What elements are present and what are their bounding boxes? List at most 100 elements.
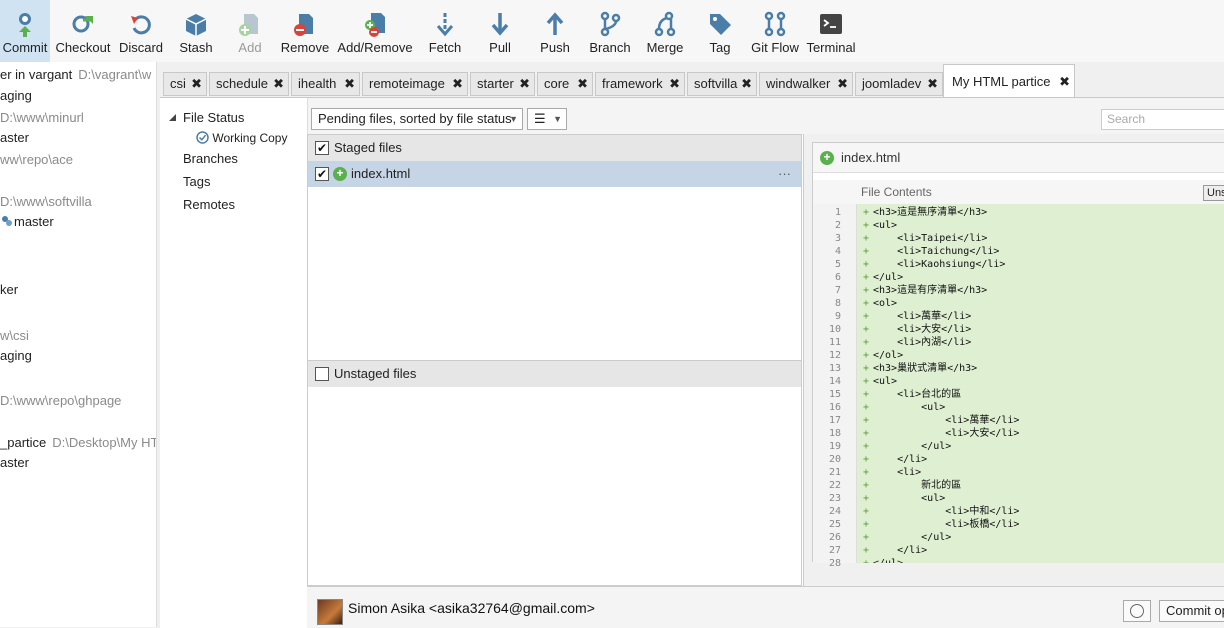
close-icon[interactable]: ✖ bbox=[519, 73, 530, 95]
close-icon[interactable]: ✖ bbox=[577, 73, 588, 95]
added-marker: + bbox=[863, 324, 870, 335]
close-icon[interactable]: ✖ bbox=[273, 73, 284, 95]
add-button[interactable]: Add bbox=[228, 0, 272, 62]
repo-branch[interactable]: aging bbox=[0, 88, 32, 103]
tab-my-html-partice[interactable]: My HTML partice ✖ bbox=[943, 64, 1075, 98]
file-checkbox[interactable]: ✔ bbox=[315, 167, 329, 181]
tab-schedule[interactable]: schedule ✖ bbox=[209, 72, 289, 96]
discard-label: Discard bbox=[118, 40, 164, 55]
repo-branch[interactable]: master bbox=[0, 214, 54, 229]
code-line: + <li>大安</li> bbox=[857, 427, 1019, 440]
code-text: <li>Taipei</li> bbox=[873, 233, 988, 244]
line-number: 11 bbox=[828, 337, 841, 348]
added-marker: + bbox=[863, 454, 870, 465]
discard-button[interactable]: Discard bbox=[116, 0, 166, 62]
sidebar-tags[interactable]: Tags bbox=[183, 174, 210, 189]
repo-item[interactable]: _partice D:\Desktop\My HT bbox=[0, 435, 156, 450]
code-lines: + <h3>這是無序清單</h3> + <ul> + <li>Taipei</li> + … bbox=[857, 204, 1224, 563]
repo-item[interactable]: ker bbox=[0, 282, 18, 297]
add-remove-button[interactable]: Add/Remove bbox=[335, 0, 415, 62]
repo-item[interactable]: D:\www\minurl bbox=[0, 110, 84, 125]
added-file-icon: + bbox=[820, 151, 834, 165]
pull-arrow-icon bbox=[491, 13, 509, 36]
remove-button[interactable]: Remove bbox=[280, 0, 330, 62]
expand-triangle-icon[interactable] bbox=[168, 113, 177, 122]
code-text: <li>大安</li> bbox=[873, 324, 972, 335]
merge-button[interactable]: Merge bbox=[642, 0, 688, 62]
unstaged-header: Unstaged files bbox=[308, 361, 801, 387]
close-icon[interactable]: ✖ bbox=[452, 73, 463, 95]
sort-dropdown[interactable]: Pending files, sorted by file status ▼ bbox=[311, 108, 523, 130]
close-icon[interactable]: ✖ bbox=[191, 73, 202, 95]
tab-core[interactable]: core ✖ bbox=[537, 72, 593, 96]
push-label: Push bbox=[540, 40, 570, 55]
view-mode-dropdown[interactable]: ☰ ▼ bbox=[527, 108, 567, 130]
diff-pane: + index.html File Contents Unstage hunk … bbox=[803, 134, 1224, 586]
unstage-hunk-button[interactable]: Unstage hunk bbox=[1203, 185, 1224, 201]
tab-ihealth[interactable]: ihealth ✖ bbox=[291, 72, 360, 96]
branch-button[interactable]: Branch bbox=[588, 0, 632, 62]
code-line: + <li>萬華</li> bbox=[857, 414, 1019, 427]
tab-softvilla[interactable]: softvilla ✖ bbox=[687, 72, 757, 96]
code-line: + <li>台北的區 bbox=[857, 388, 961, 401]
sidebar-file-status[interactable]: File Status bbox=[183, 110, 244, 125]
repo-item[interactable]: D:\www\repo\ghpage bbox=[0, 393, 121, 408]
tab-starter[interactable]: starter ✖ bbox=[470, 72, 535, 96]
push-button[interactable]: Push bbox=[536, 0, 574, 62]
added-marker: + bbox=[863, 233, 870, 244]
close-icon[interactable]: ✖ bbox=[837, 73, 848, 95]
repo-branch[interactable]: aster bbox=[0, 455, 29, 470]
file-row[interactable]: ✔ + index.html ··· bbox=[308, 161, 801, 187]
search-input[interactable]: Search bbox=[1101, 109, 1224, 130]
line-number: 18 bbox=[828, 428, 841, 439]
close-icon[interactable]: ✖ bbox=[741, 73, 752, 95]
stash-button[interactable]: Stash bbox=[172, 0, 220, 62]
repo-item[interactable]: er in vargant D:\vagrant\w bbox=[0, 67, 151, 82]
line-number: 24 bbox=[828, 506, 841, 517]
repo-sidebar: File Status Working Copy Branches Tags R… bbox=[160, 98, 307, 628]
commit-options-dropdown[interactable]: Commit options bbox=[1159, 600, 1224, 622]
code-line: + <ul> bbox=[857, 401, 945, 414]
tab-csi[interactable]: csi ✖ bbox=[163, 72, 207, 96]
tab-remoteimage[interactable]: remoteimage ✖ bbox=[362, 72, 468, 96]
staged-all-checkbox[interactable]: ✔ bbox=[315, 141, 329, 155]
code-line: + 新北的區 bbox=[857, 479, 961, 492]
repo-branch[interactable]: aging bbox=[0, 348, 32, 363]
repo-item[interactable]: ww\repo\ace bbox=[0, 152, 73, 167]
pull-button[interactable]: Pull bbox=[482, 0, 518, 62]
close-icon[interactable]: ✖ bbox=[669, 73, 680, 95]
repo-branch[interactable]: aster bbox=[0, 130, 29, 145]
code-line: + <h3>巢狀式清單</h3> bbox=[857, 362, 977, 375]
check-circle-icon bbox=[196, 131, 209, 144]
close-icon[interactable]: ✖ bbox=[1059, 65, 1070, 99]
unstaged-all-checkbox[interactable] bbox=[315, 367, 329, 381]
git-flow-button[interactable]: Git Flow bbox=[748, 0, 802, 62]
tab-framework[interactable]: framework ✖ bbox=[595, 72, 685, 96]
terminal-button[interactable]: Terminal bbox=[804, 0, 858, 62]
code-line: + </li> bbox=[857, 544, 927, 557]
fetch-label: Fetch bbox=[428, 40, 462, 55]
repo-item[interactable]: D:\www\softvilla bbox=[0, 194, 92, 209]
tab-windwalker[interactable]: windwalker ✖ bbox=[759, 72, 853, 96]
fetch-button[interactable]: Fetch bbox=[424, 0, 466, 62]
code-text: <ul> bbox=[873, 402, 946, 413]
checkout-button[interactable]: Checkout bbox=[54, 0, 112, 62]
repository-list: er in vargant D:\vagrant\w aging D:\www\m… bbox=[0, 62, 157, 627]
commit-button[interactable]: Commit bbox=[0, 0, 50, 62]
code-text: 新北的區 bbox=[873, 480, 962, 491]
line-number: 10 bbox=[828, 324, 841, 335]
sidebar-remotes[interactable]: Remotes bbox=[183, 197, 235, 212]
tab-joomladev[interactable]: joomladev ✖ bbox=[855, 72, 943, 96]
history-button[interactable] bbox=[1123, 600, 1151, 622]
tag-button[interactable]: Tag bbox=[700, 0, 740, 62]
more-options-icon[interactable]: ··· bbox=[778, 161, 791, 187]
close-icon[interactable]: ✖ bbox=[344, 73, 355, 95]
added-marker: + bbox=[863, 259, 870, 270]
sidebar-working-copy[interactable]: Working Copy bbox=[196, 131, 287, 145]
line-number: 12 bbox=[828, 350, 841, 361]
sidebar-branches[interactable]: Branches bbox=[183, 151, 238, 166]
added-marker: + bbox=[863, 350, 870, 361]
repo-item[interactable]: w\csi bbox=[0, 328, 29, 343]
added-marker: + bbox=[863, 480, 870, 491]
close-icon[interactable]: ✖ bbox=[927, 73, 938, 95]
